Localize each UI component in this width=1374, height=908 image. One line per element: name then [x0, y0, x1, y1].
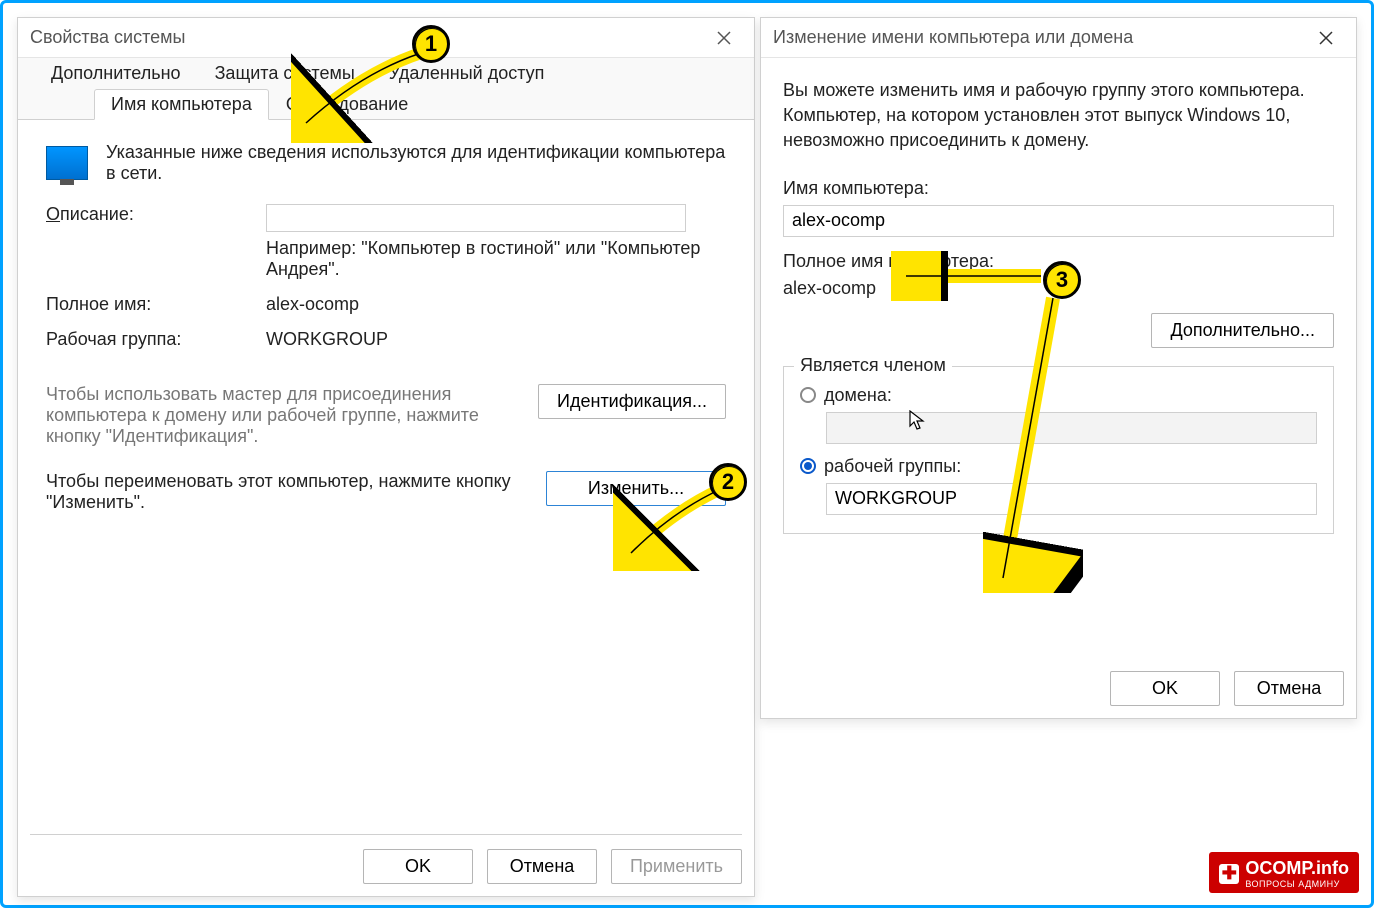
close-icon[interactable] — [706, 23, 742, 53]
titlebar-right: Изменение имени компьютера или домена — [761, 18, 1356, 58]
workgroup-input[interactable] — [826, 483, 1317, 515]
ok-button[interactable]: OK — [1110, 671, 1220, 706]
tab-protection[interactable]: Защита системы — [198, 58, 372, 88]
watermark-text: OCOMP.info — [1245, 858, 1349, 878]
advanced-button[interactable]: Дополнительно... — [1151, 313, 1334, 348]
computer-name-label: Имя компьютера: — [783, 178, 1334, 199]
computer-name-input[interactable] — [783, 205, 1334, 237]
change-button[interactable]: Изменить... — [546, 471, 726, 506]
callout-3: 3 — [1043, 261, 1081, 299]
close-icon[interactable] — [1308, 23, 1344, 53]
fieldset-legend: Является членом — [794, 355, 952, 376]
watermark-badge: ✚ OCOMP.info ВОПРОСЫ АДМИНУ — [1209, 852, 1359, 893]
ok-button[interactable]: OK — [363, 849, 473, 884]
full-name-value: alex-ocomp — [266, 294, 726, 315]
member-of-fieldset: Является членом домена: рабочей группы: — [783, 366, 1334, 534]
domain-input — [826, 412, 1317, 444]
workgroup-value: WORKGROUP — [266, 329, 726, 350]
identify-button[interactable]: Идентификация... — [538, 384, 726, 419]
tab-advanced[interactable]: Дополнительно — [34, 58, 198, 88]
tab-hardware[interactable]: Оборудование — [269, 89, 425, 120]
cancel-button[interactable]: Отмена — [1234, 671, 1344, 706]
window-title: Свойства системы — [30, 27, 185, 48]
watermark-sub: ВОПРОСЫ АДМИНУ — [1245, 879, 1349, 889]
cancel-button[interactable]: Отмена — [487, 849, 597, 884]
workgroup-label: Рабочая группа: — [46, 329, 266, 350]
radio-workgroup[interactable] — [800, 458, 816, 474]
tab-bar: Дополнительно Защита системы Удаленный д… — [18, 58, 754, 120]
system-properties-dialog: Свойства системы Дополнительно Защита си… — [17, 17, 755, 897]
plus-icon: ✚ — [1219, 864, 1239, 884]
tab-computer-name[interactable]: Имя компьютера — [94, 89, 269, 120]
full-name-label: Полное имя: — [46, 294, 266, 315]
wizard-note: Чтобы использовать мастер для присоедине… — [46, 384, 518, 447]
description-hint: Например: "Компьютер в гостиной" или "Ко… — [266, 238, 726, 280]
callout-1: 1 — [412, 25, 450, 63]
monitor-icon — [46, 146, 88, 180]
window-title: Изменение имени компьютера или домена — [773, 27, 1133, 48]
intro-text: Указанные ниже сведения используются для… — [106, 142, 726, 184]
intro-text: Вы можете изменить имя и рабочую группу … — [783, 78, 1334, 154]
description-label: Описание: — [46, 204, 266, 225]
radio-workgroup-label: рабочей группы: — [824, 456, 961, 477]
titlebar-left: Свойства системы — [18, 18, 754, 58]
radio-domain-label: домена: — [824, 385, 892, 406]
apply-button[interactable]: Применить — [611, 849, 742, 884]
change-name-dialog: Изменение имени компьютера или домена Вы… — [760, 17, 1357, 719]
rename-note: Чтобы переименовать этот компьютер, нажм… — [46, 471, 526, 513]
tab-remote[interactable]: Удаленный доступ — [372, 58, 562, 88]
description-input[interactable] — [266, 204, 686, 232]
cursor-icon — [909, 410, 927, 438]
radio-domain[interactable] — [800, 387, 816, 403]
callout-2: 2 — [709, 463, 747, 501]
